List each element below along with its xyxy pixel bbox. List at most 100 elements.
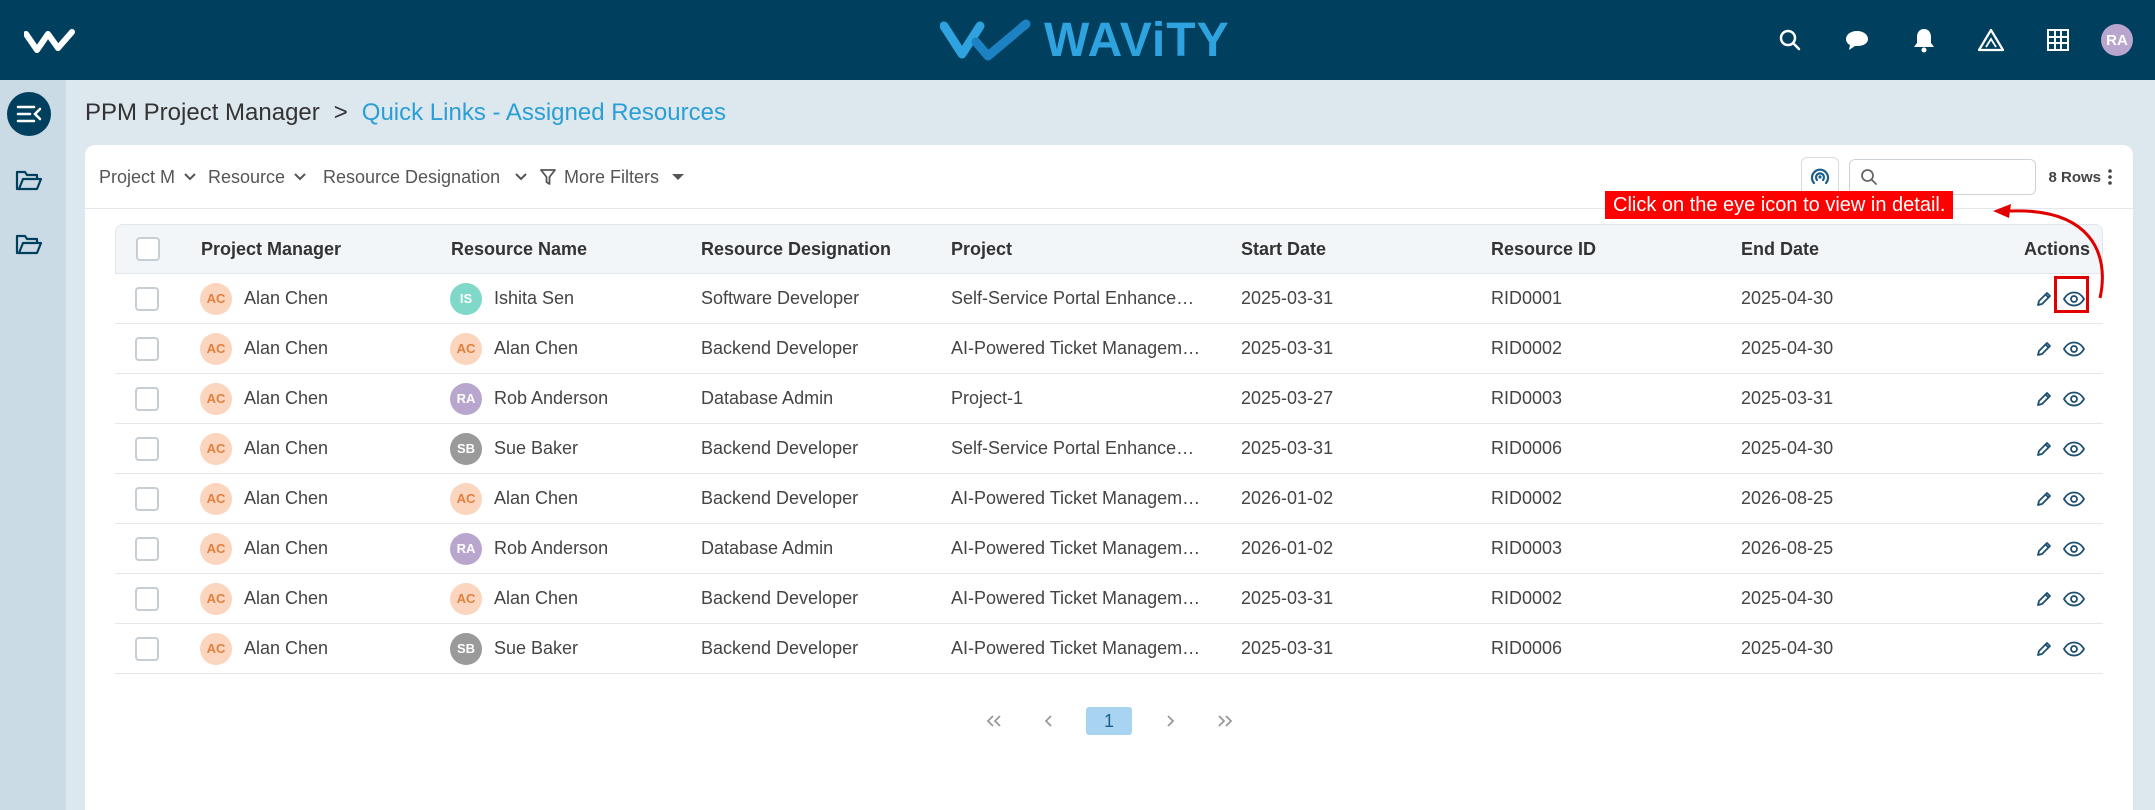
col-resource-name[interactable]: Resource Name bbox=[451, 225, 587, 273]
apps-grid-icon bbox=[2046, 29, 2069, 51]
ai-signal-icon bbox=[1811, 168, 1830, 185]
select-all-checkbox[interactable] bbox=[136, 237, 160, 261]
prev-page-button[interactable] bbox=[1021, 707, 1076, 735]
view-button[interactable] bbox=[2063, 641, 2085, 657]
project-cell: AI-Powered Ticket Management bbox=[951, 474, 1201, 523]
edit-button[interactable] bbox=[2035, 340, 2053, 358]
row-checkbox[interactable] bbox=[135, 336, 159, 361]
resource-designation-filter[interactable]: Resource Designation bbox=[323, 145, 528, 209]
resource-id-cell: RID0002 bbox=[1491, 488, 1563, 508]
actions-cell bbox=[2035, 524, 2085, 573]
col-resource-id[interactable]: Resource ID bbox=[1491, 225, 1596, 273]
folder-open-icon bbox=[15, 234, 43, 255]
row-checkbox[interactable] bbox=[135, 486, 159, 511]
edit-button[interactable] bbox=[2035, 590, 2053, 608]
filter-funnel-icon bbox=[540, 169, 556, 185]
project-manager-name: Alan Chen bbox=[244, 588, 329, 608]
next-page-button[interactable] bbox=[1142, 707, 1197, 735]
col-end-date[interactable]: End Date bbox=[1741, 225, 1819, 273]
resource-filter[interactable]: Resource bbox=[208, 145, 307, 209]
project-manager-name: Alan Chen bbox=[244, 388, 329, 408]
last-page-button[interactable] bbox=[1197, 707, 1252, 735]
resource-name: Ishita Sen bbox=[494, 288, 575, 308]
user-avatar[interactable]: RA bbox=[2101, 24, 2133, 56]
project-manager-cell: AC Alan Chen bbox=[200, 524, 328, 573]
table-row[interactable]: AC Alan Chen SB Sue Baker Backend Developer A… bbox=[115, 624, 2103, 674]
view-button[interactable] bbox=[2063, 591, 2085, 607]
col-project-manager[interactable]: Project Manager bbox=[201, 225, 341, 273]
project-manager-filter[interactable]: Project M bbox=[99, 145, 197, 209]
ai-triangle-icon bbox=[1977, 28, 2004, 52]
search-input[interactable] bbox=[1884, 162, 2025, 192]
sidebar-item-folder-2[interactable] bbox=[14, 232, 44, 258]
table-row[interactable]: AC Alan Chen RA Rob Anderson Database Admin P… bbox=[115, 374, 2103, 424]
chat-button[interactable] bbox=[1823, 0, 1890, 80]
col-project[interactable]: Project bbox=[951, 225, 1012, 273]
view-button[interactable] bbox=[2063, 391, 2085, 407]
table-row[interactable]: AC Alan Chen SB Sue Baker Backend Developer S… bbox=[115, 424, 2103, 474]
col-resource-designation[interactable]: Resource Designation bbox=[701, 225, 891, 273]
bell-icon bbox=[1913, 29, 1934, 53]
first-page-button[interactable] bbox=[966, 707, 1021, 735]
breadcrumb-current[interactable]: Quick Links - Assigned Resources bbox=[362, 99, 726, 127]
row-checkbox[interactable] bbox=[135, 286, 159, 311]
ai-assistant-button[interactable] bbox=[1957, 0, 2024, 80]
search-button[interactable] bbox=[1756, 0, 1823, 80]
resource-name: Alan Chen bbox=[494, 588, 579, 608]
resource-name: Sue Baker bbox=[494, 438, 579, 458]
view-button[interactable] bbox=[2063, 491, 2085, 507]
edit-button[interactable] bbox=[2035, 640, 2053, 658]
view-button[interactable] bbox=[2063, 441, 2085, 457]
page-1-button[interactable]: 1 bbox=[1086, 707, 1132, 735]
row-checkbox[interactable] bbox=[135, 386, 159, 411]
edit-button[interactable] bbox=[2035, 490, 2053, 508]
view-button[interactable] bbox=[2063, 341, 2085, 357]
table-options-button[interactable] bbox=[2107, 168, 2113, 186]
edit-button[interactable] bbox=[2035, 540, 2053, 558]
table-row[interactable]: AC Alan Chen AC Alan Chen Backend Developer A… bbox=[115, 474, 2103, 524]
avatar: AC bbox=[450, 482, 482, 515]
instruction-callout: Click on the eye icon to view in detail. bbox=[1605, 191, 1954, 219]
app-logo-icon[interactable] bbox=[24, 26, 76, 54]
apps-button[interactable] bbox=[2024, 0, 2091, 80]
resource-name-cell: AC Alan Chen bbox=[450, 474, 578, 523]
table-search[interactable] bbox=[1849, 159, 2037, 195]
table-row[interactable]: AC Alan Chen IS Ishita Sen Software Develope… bbox=[115, 274, 2103, 324]
actions-cell bbox=[2035, 324, 2085, 373]
sidebar-item-folder-1[interactable] bbox=[14, 168, 44, 194]
notifications-button[interactable] bbox=[1890, 0, 1957, 80]
project-manager-cell: AC Alan Chen bbox=[200, 424, 328, 473]
avatar: AC bbox=[200, 632, 232, 665]
resource-filter-label: Resource bbox=[208, 166, 286, 187]
avatar: AC bbox=[200, 432, 232, 465]
col-start-date[interactable]: Start Date bbox=[1241, 225, 1326, 273]
resource-designation-cell: Software Developer bbox=[701, 288, 860, 308]
edit-button[interactable] bbox=[2035, 390, 2053, 408]
table-row[interactable]: AC Alan Chen AC Alan Chen Backend Developer A… bbox=[115, 324, 2103, 374]
end-date-cell: 2025-04-30 bbox=[1741, 288, 1834, 308]
project-manager-name: Alan Chen bbox=[244, 488, 329, 508]
edit-pencil-icon bbox=[2037, 491, 2051, 506]
row-checkbox[interactable] bbox=[135, 436, 159, 461]
table-row[interactable]: AC Alan Chen RA Rob Anderson Database Admin A… bbox=[115, 524, 2103, 574]
chevron-down-icon bbox=[184, 173, 196, 181]
more-filters-label: More Filters bbox=[564, 166, 660, 187]
end-date-cell: 2025-04-30 bbox=[1741, 338, 1834, 358]
row-checkbox[interactable] bbox=[135, 636, 159, 661]
eye-icon bbox=[2063, 591, 2085, 606]
row-checkbox[interactable] bbox=[135, 536, 159, 561]
view-button[interactable] bbox=[2063, 541, 2085, 557]
breadcrumb-root[interactable]: PPM Project Manager bbox=[85, 99, 320, 127]
more-filters-button[interactable]: More Filters bbox=[540, 145, 685, 209]
sidebar-toggle-button[interactable] bbox=[7, 92, 51, 136]
edit-button[interactable] bbox=[2035, 440, 2053, 458]
project-manager-name: Alan Chen bbox=[244, 338, 329, 358]
edit-pencil-icon bbox=[2037, 441, 2051, 456]
row-checkbox[interactable] bbox=[135, 586, 159, 611]
actions-cell bbox=[2035, 374, 2085, 423]
end-date-cell: 2025-04-30 bbox=[1741, 438, 1834, 458]
side-rail bbox=[0, 80, 66, 810]
eye-icon-highlight bbox=[2054, 276, 2089, 313]
eye-icon bbox=[2063, 341, 2085, 356]
table-row[interactable]: AC Alan Chen AC Alan Chen Backend Developer A… bbox=[115, 574, 2103, 624]
